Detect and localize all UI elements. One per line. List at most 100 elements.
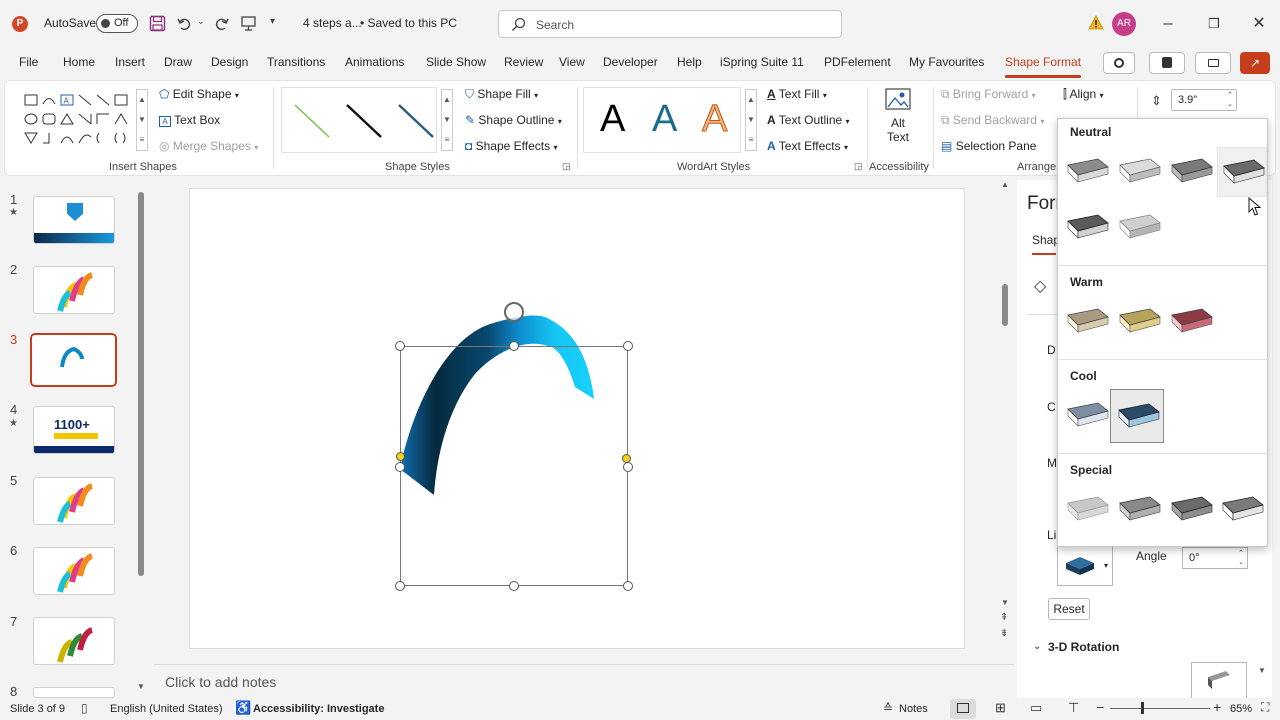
fill-line-icon[interactable]: ◇ bbox=[1034, 276, 1046, 296]
collapse-chevron-icon[interactable]: ⌄ bbox=[1033, 641, 1041, 652]
tab-ispring[interactable]: iSpring Suite 11 bbox=[720, 55, 804, 69]
present-teams-button[interactable] bbox=[1149, 52, 1185, 74]
adjust-handle[interactable] bbox=[622, 454, 631, 463]
tab-developer[interactable]: Developer bbox=[603, 55, 658, 69]
wordart-black[interactable]: A bbox=[600, 98, 625, 141]
search-box[interactable]: Search bbox=[498, 10, 842, 38]
zoom-in-icon[interactable]: + bbox=[1213, 699, 1221, 715]
slide-thumbnail-5[interactable] bbox=[33, 477, 115, 525]
slide-thumbnail-2[interactable] bbox=[33, 266, 115, 314]
line-style-green[interactable] bbox=[292, 102, 332, 140]
spinner-icon[interactable]: ⌃ ⌄ bbox=[1227, 91, 1233, 109]
autosave-toggle[interactable]: Off bbox=[96, 14, 138, 33]
scroll-up-icon[interactable]: ▲ bbox=[137, 90, 147, 110]
slide-thumbnail-3[interactable] bbox=[30, 333, 117, 387]
tab-slide-show[interactable]: Slide Show bbox=[426, 55, 486, 69]
resize-handle[interactable] bbox=[623, 341, 633, 351]
fit-to-window-icon[interactable]: ⛶ bbox=[1261, 700, 1269, 715]
undo-icon[interactable] bbox=[176, 15, 193, 32]
bevel-preset-neutral-5[interactable] bbox=[1062, 203, 1112, 253]
notes-pane[interactable]: Click to add notes bbox=[154, 664, 1014, 698]
tab-shape-format[interactable]: Shape Format bbox=[1005, 55, 1082, 78]
text-fill-button[interactable]: A Text Fill ▾ bbox=[767, 87, 827, 101]
tab-view[interactable]: View bbox=[559, 55, 585, 69]
tab-animations[interactable]: Animations bbox=[345, 55, 404, 69]
lighting-dropdown[interactable]: ▾ bbox=[1057, 546, 1113, 586]
resize-handle[interactable] bbox=[395, 341, 405, 351]
scroll-down-icon[interactable]: ▼ bbox=[137, 682, 145, 691]
text-box-button[interactable]: A Text Box bbox=[159, 113, 220, 127]
slide-thumbnail-1[interactable] bbox=[33, 196, 115, 244]
accessibility-status[interactable]: Accessibility: Investigate bbox=[253, 703, 384, 715]
normal-view-button[interactable] bbox=[950, 699, 976, 719]
bevel-preset-neutral-6[interactable] bbox=[1114, 203, 1164, 253]
shape-fill-button[interactable]: ⛉ Shape Fill ▾ bbox=[465, 87, 538, 102]
line-style-black[interactable] bbox=[344, 102, 384, 140]
minimize-icon[interactable]: – bbox=[1158, 14, 1178, 34]
3d-rotation-header[interactable]: 3-D Rotation bbox=[1048, 640, 1119, 654]
tab-design[interactable]: Design bbox=[211, 55, 248, 69]
shapes-gallery-scroll[interactable]: ▲ ▼ ≡ bbox=[136, 89, 148, 151]
save-icon[interactable] bbox=[149, 15, 166, 32]
comments-button[interactable] bbox=[1195, 52, 1231, 74]
canvas-scrollbar[interactable] bbox=[1002, 284, 1008, 326]
tab-help[interactable]: Help bbox=[677, 55, 702, 69]
wordart-gallery[interactable]: A A A bbox=[583, 87, 741, 153]
scroll-down-icon[interactable]: ▼ bbox=[137, 110, 147, 130]
resize-handle[interactable] bbox=[623, 581, 633, 591]
tab-transitions[interactable]: Transitions bbox=[267, 55, 325, 69]
more-icon[interactable]: ≡ bbox=[746, 130, 756, 150]
resize-handle[interactable] bbox=[509, 341, 519, 351]
slideshow-icon[interactable]: ⊤ bbox=[1068, 700, 1079, 716]
adjust-handle[interactable] bbox=[396, 452, 405, 461]
more-icon[interactable]: ≡ bbox=[137, 130, 147, 150]
tab-pdfelement[interactable]: PDFelement bbox=[824, 55, 891, 69]
zoom-slider[interactable] bbox=[1110, 708, 1210, 709]
scroll-up-icon[interactable]: ▲ bbox=[746, 90, 756, 110]
bevel-preset-warm-2[interactable] bbox=[1114, 297, 1164, 347]
close-icon[interactable]: ✕ bbox=[1249, 14, 1269, 34]
wordart-orange[interactable]: A bbox=[701, 98, 727, 141]
resize-handle[interactable] bbox=[395, 462, 405, 472]
bevel-preset-cool-1[interactable] bbox=[1062, 391, 1112, 441]
align-button[interactable]: ⫿ Align ▾ bbox=[1063, 87, 1104, 102]
slide-canvas[interactable] bbox=[189, 188, 965, 649]
angle-input[interactable]: 0° ⌃ ⌄ bbox=[1182, 547, 1248, 569]
warning-icon[interactable] bbox=[1088, 15, 1104, 31]
present-from-start-icon[interactable] bbox=[240, 15, 257, 32]
scroll-up-icon[interactable]: ▲ bbox=[1001, 180, 1009, 189]
zoom-level[interactable]: 65% bbox=[1230, 703, 1252, 715]
scroll-up-icon[interactable]: ▲ bbox=[442, 90, 452, 110]
wordart-scroll[interactable]: ▲ ▼ ≡ bbox=[745, 89, 757, 151]
shape-styles-gallery[interactable] bbox=[281, 87, 437, 153]
resize-handle[interactable] bbox=[623, 462, 633, 472]
resize-handle[interactable] bbox=[509, 581, 519, 591]
bevel-preset-warm-3[interactable] bbox=[1166, 297, 1216, 347]
shape-outline-button[interactable]: ✎ Shape Outline ▾ bbox=[465, 113, 562, 127]
panel-tab-shape[interactable]: Shap bbox=[1032, 233, 1060, 247]
shape-effects-button[interactable]: ◘ Shape Effects ▾ bbox=[465, 139, 557, 153]
spinner-icon[interactable]: ⌃ ⌄ bbox=[1238, 549, 1244, 567]
edit-shape-button[interactable]: ⬠ Edit Shape ▾ bbox=[159, 87, 239, 101]
alt-text-button[interactable]: Alt Text bbox=[877, 87, 919, 153]
tab-review[interactable]: Review bbox=[504, 55, 543, 69]
record-button[interactable] bbox=[1103, 52, 1135, 74]
bevel-preset-cool-2[interactable] bbox=[1110, 389, 1164, 443]
shapes-grid-icon[interactable]: A bbox=[23, 93, 143, 149]
text-effects-button[interactable]: A Text Effects ▾ bbox=[767, 139, 848, 153]
slide-thumbnail-8[interactable] bbox=[33, 687, 115, 698]
scroll-down-icon[interactable]: ▼ bbox=[746, 110, 756, 130]
customize-toolbar-icon[interactable]: ▾ bbox=[270, 16, 275, 27]
notes-button[interactable]: Notes bbox=[899, 703, 928, 715]
restore-icon[interactable]: ❐ bbox=[1204, 14, 1224, 34]
scroll-down-icon[interactable]: ▼ bbox=[1258, 666, 1266, 675]
resize-handle[interactable] bbox=[395, 581, 405, 591]
dialog-launcher-icon[interactable]: ◲ bbox=[562, 161, 571, 172]
tab-home[interactable]: Home bbox=[63, 55, 95, 69]
line-style-blue[interactable] bbox=[396, 102, 436, 140]
scroll-down-icon[interactable]: ▼ bbox=[442, 110, 452, 130]
tab-my-favourites[interactable]: My Favourites bbox=[909, 55, 984, 69]
slide-sorter-icon[interactable]: ⊞ bbox=[995, 700, 1006, 716]
zoom-slider-thumb[interactable] bbox=[1141, 702, 1144, 714]
tab-insert[interactable]: Insert bbox=[115, 55, 145, 69]
